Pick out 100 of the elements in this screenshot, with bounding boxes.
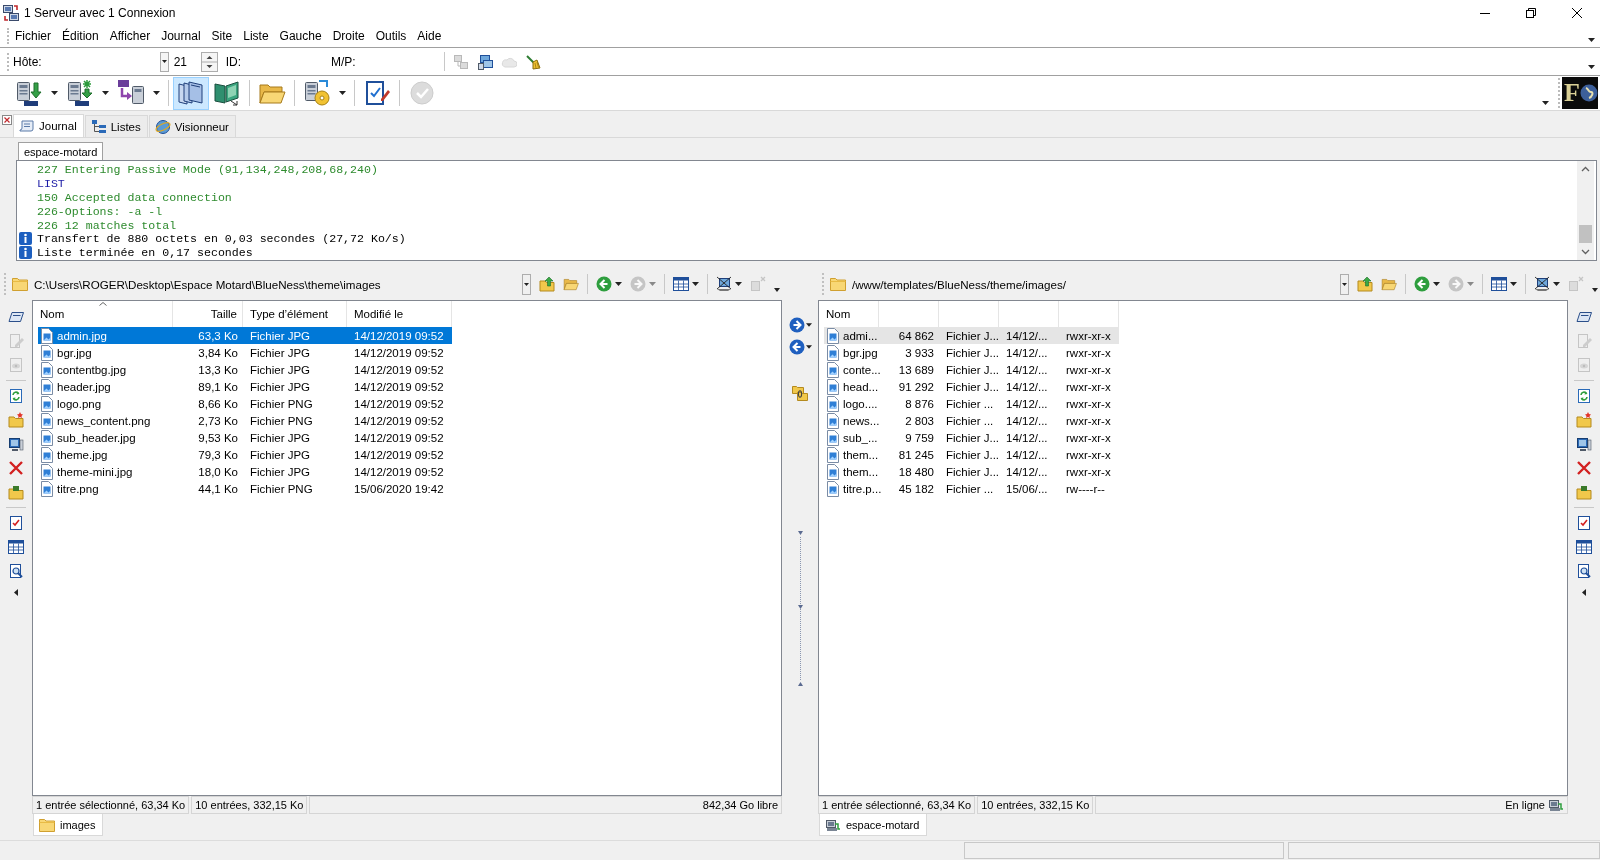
file-row[interactable]: titre.p... 45 182 Fichier ... 15/06/... rw----r-- [824, 480, 1119, 497]
file-name: logo.png [57, 397, 102, 410]
cross-icon [1576, 460, 1592, 476]
server-cross-icon [1568, 276, 1584, 292]
view-tab[interactable]: Visionneur [148, 115, 236, 137]
view-tab[interactable]: Journal [13, 114, 84, 137]
menu-item[interactable]: Édition [57, 27, 104, 45]
dropdown-button[interactable] [1340, 273, 1349, 295]
image-file-icon [827, 378, 839, 395]
file-size: 63,3 Ko [198, 329, 238, 342]
file-size: 13 689 [898, 363, 934, 376]
caret-icon [153, 91, 160, 95]
caret-icon[interactable] [1588, 65, 1595, 69]
monitors-icon [476, 53, 493, 70]
menu-item[interactable]: Liste [238, 27, 274, 45]
port-field[interactable]: 21 [168, 51, 201, 72]
chevron-icon[interactable] [1592, 288, 1598, 292]
file-name: titre.png [57, 482, 99, 495]
path-field[interactable]: C:\Users\ROGER\Desktop\Espace Motard\BlueNess\theme\images [34, 277, 522, 291]
file-row[interactable]: admi... 64 862 Fichier J... 14/12/... rwxr-xr-x [824, 327, 1119, 344]
restore-icon [1526, 7, 1536, 18]
file-row[interactable]: contentbg.jpg 13,3 Ko Fichier JPG 14/12/2019 09:52 [38, 361, 452, 378]
caret-icon[interactable] [1542, 101, 1549, 105]
file-name: bgr.jpg [843, 346, 878, 359]
file-date: 14/12/... [1006, 448, 1048, 461]
splitter-handle[interactable] [797, 531, 803, 686]
caret-icon [102, 91, 109, 95]
menu-item[interactable]: Droite [327, 27, 370, 45]
file-row[interactable]: them... 18 480 Fichier J... 14/12/... rwxr-xr-x [824, 463, 1119, 480]
menu-item[interactable]: Outils [370, 27, 412, 45]
file-size: 13,3 Ko [198, 363, 238, 376]
pane-tab[interactable]: espace-motard [819, 814, 928, 836]
image-file-icon [827, 327, 839, 344]
file-type: Fichier J... [946, 346, 1000, 359]
stacked-pages-icon [177, 79, 205, 107]
open-folder-icon [1381, 276, 1397, 292]
file-date: 14/12/2019 09:52 [354, 363, 444, 376]
file-row[interactable]: sub_header.jpg 9,53 Ko Fichier JPG 14/12/2019 09:52 [38, 429, 452, 446]
file-row[interactable]: admin.jpg 63,3 Ko Fichier JPG 14/12/2019 09:52 [38, 327, 452, 344]
menu-item[interactable]: Afficher [104, 27, 156, 45]
close-icon[interactable] [2, 115, 12, 125]
menu-item[interactable]: Fichier [10, 27, 56, 45]
image-file-icon [827, 480, 839, 497]
session-tab[interactable]: espace-motard [18, 142, 104, 160]
checklist-icon [1576, 515, 1592, 531]
log-line: Transfert de 880 octets en 0,03 secondes (27,72 Ko/s) [37, 232, 406, 246]
file-name: bgr.jpg [57, 346, 92, 359]
file-size: 2 803 [905, 414, 934, 427]
caret-icon [339, 91, 346, 95]
file-size: 18 480 [898, 465, 934, 478]
menu-item[interactable]: Aide [412, 27, 447, 45]
arrow-left-icon [788, 339, 805, 355]
search-icon [8, 563, 24, 579]
broom-icon [524, 53, 541, 70]
server-cross-icon [750, 276, 766, 292]
file-row[interactable]: sub_... 9 759 Fichier J... 14/12/... rwxr-xr-x [824, 429, 1119, 446]
back-icon [596, 276, 612, 292]
file-row[interactable]: theme-mini.jpg 18,0 Ko Fichier JPG 14/12/2019 09:52 [38, 463, 452, 480]
file-row[interactable]: news_content.png 2,73 Ko Fichier PNG 14/12/2019 09:52 [38, 412, 452, 429]
file-row[interactable]: head... 91 292 Fichier J... 14/12/... rwxr-xr-x [824, 378, 1119, 395]
image-file-icon [827, 344, 839, 361]
menu-item[interactable]: Journal [156, 27, 206, 45]
file-row[interactable]: header.jpg 89,1 Ko Fichier JPG 14/12/2019 09:52 [38, 378, 452, 395]
view-tab[interactable]: Listes [84, 115, 148, 137]
chevron-icon[interactable] [1582, 589, 1586, 596]
pencil-icon [1576, 333, 1592, 349]
file-row[interactable]: logo.png 8,66 Ko Fichier PNG 14/12/2019 09:52 [38, 395, 452, 412]
chevron-icon[interactable] [774, 288, 780, 292]
dropdown-button[interactable] [159, 51, 169, 72]
file-size: 8 876 [905, 397, 934, 410]
pane-tab[interactable]: images [33, 814, 104, 836]
file-row[interactable]: bgr.jpg 3,84 Ko Fichier JPG 14/12/2019 09:52 [38, 344, 452, 361]
file-row[interactable]: them... 81 245 Fichier J... 14/12/... rwxr-xr-x [824, 446, 1119, 463]
file-row[interactable]: titre.png 44,1 Ko Fichier PNG 15/06/2020 19:42 [38, 480, 452, 497]
eye-document-icon [1576, 357, 1592, 373]
file-size: 3,84 Ko [198, 346, 238, 359]
tool-button[interactable] [173, 76, 209, 110]
caret-icon[interactable] [1588, 38, 1595, 42]
file-row[interactable]: theme.jpg 79,3 Ko Fichier JPG 14/12/2019 09:52 [38, 446, 452, 463]
file-date: 14/12/2019 09:52 [354, 414, 444, 427]
image-file-icon [41, 361, 53, 378]
file-row[interactable]: conte... 13 689 Fichier J... 14/12/... rwxr-xr-x [824, 361, 1119, 378]
file-type: Fichier J... [946, 448, 1000, 461]
path-field[interactable]: /www/templates/BlueNess/theme/images/ [852, 277, 1340, 291]
menu-item[interactable]: Site [206, 27, 238, 45]
file-row[interactable]: news... 2 803 Fichier ... 14/12/... rwxr-xr-x [824, 412, 1119, 429]
scrollbar[interactable] [1577, 161, 1594, 260]
file-date: 14/12/2019 09:52 [354, 397, 444, 410]
caret-icon [649, 282, 656, 286]
spinner-arrows-icon[interactable] [200, 51, 218, 72]
chevron-icon[interactable] [14, 589, 18, 596]
status-text: 10 entrées, 332,15 Ko [195, 799, 304, 811]
file-row[interactable]: logo.... 8 876 Fichier ... 14/12/... rwxr-xr-x [824, 395, 1119, 412]
close-icon [1572, 7, 1582, 18]
menu-item[interactable]: Gauche [274, 27, 327, 45]
server-arrow-icon [117, 79, 145, 107]
arrow-right-icon [788, 317, 805, 333]
dropdown-button[interactable] [522, 273, 531, 295]
file-row[interactable]: bgr.jpg 3 933 Fichier J... 14/12/... rwxr-xr-x [824, 344, 1119, 361]
file-date: 14/12/... [1006, 414, 1048, 427]
